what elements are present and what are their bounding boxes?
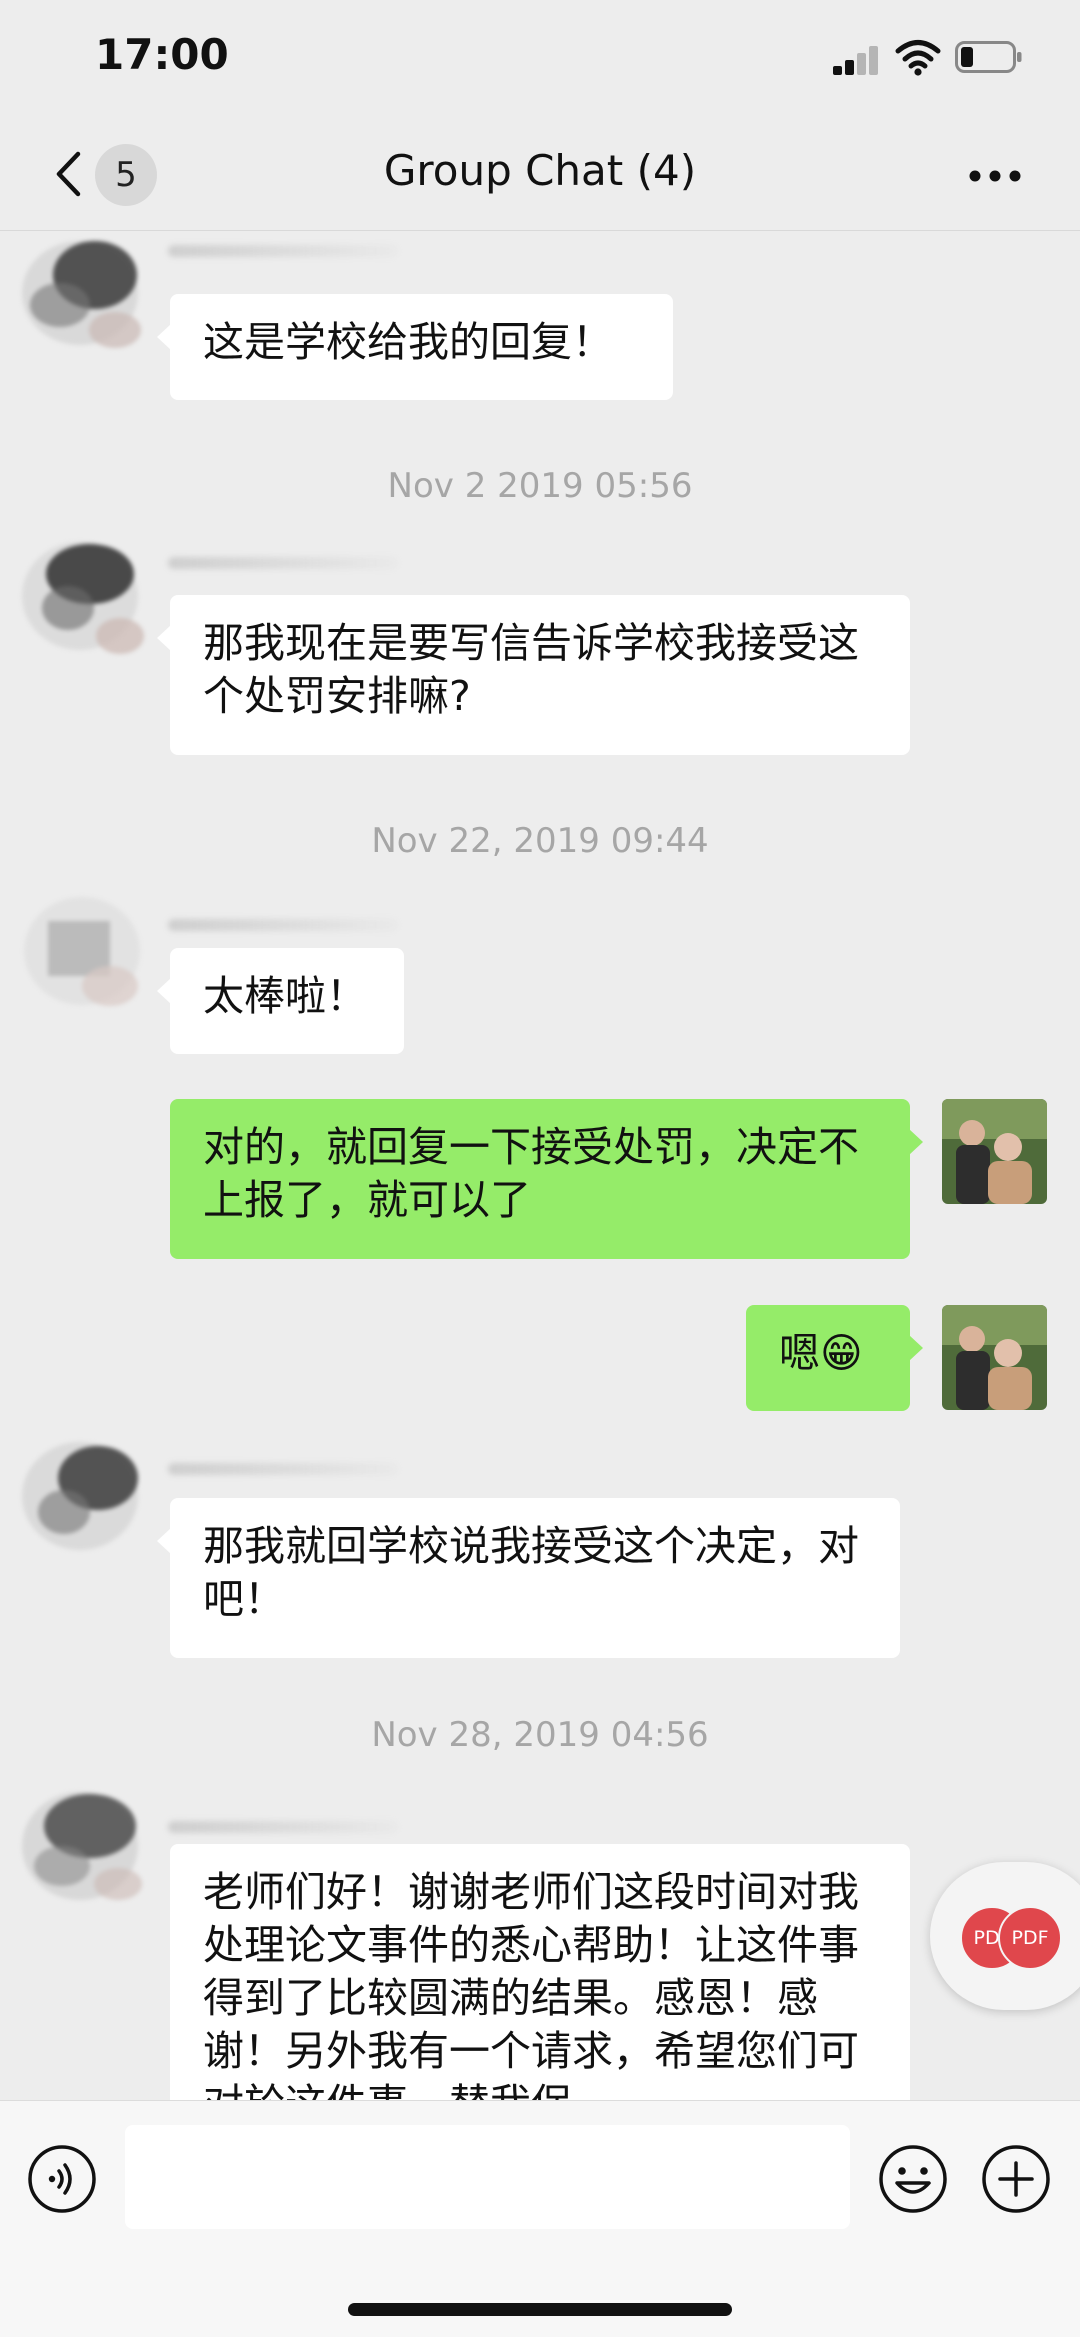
message-bubble-incoming[interactable]: 那我就回学校说我接受这个决定，对吧！ <box>157 1498 900 1658</box>
contact-avatar[interactable] <box>20 235 150 365</box>
sender-name <box>168 919 398 931</box>
sender-name <box>168 245 398 257</box>
timestamp: Nov 2 2019 05:56 <box>387 466 693 506</box>
wifi-icon <box>895 40 941 76</box>
voice-icon[interactable] <box>26 2143 98 2215</box>
my-avatar[interactable] <box>942 1099 1047 1204</box>
message-list[interactable]: 这是学校给我的回复！ Nov 2 2019 05:56 那我现在是要写信告诉学校… <box>0 231 1080 2100</box>
input-bar <box>0 2100 1080 2337</box>
message-input[interactable] <box>125 2125 850 2229</box>
message-bubble-incoming[interactable]: 那我现在是要写信告诉学校我接受这个处罚安排嘛? <box>157 595 910 755</box>
message-bubble-outgoing[interactable]: 嗯😁 <box>746 1305 923 1411</box>
status-bar: 17:00 <box>0 0 1080 120</box>
message-bubble-incoming[interactable]: 太棒啦！ <box>157 948 404 1054</box>
message-bubble-outgoing[interactable]: 对的，就回复一下接受处罚，决定不上报了，就可以了 <box>170 1099 923 1259</box>
chat-title: Group Chat (4) <box>383 146 697 195</box>
signal-icon <box>833 45 879 75</box>
sender-name <box>168 1463 398 1475</box>
emoji-icon[interactable] <box>877 2143 949 2215</box>
timestamp: Nov 28, 2019 04:56 <box>371 1715 709 1755</box>
floating-pdf-widget[interactable]: PDF PDF <box>930 1862 1080 2010</box>
contact-avatar[interactable] <box>20 1436 150 1566</box>
pdf-icon: PDF <box>998 1906 1062 1970</box>
contact-avatar[interactable] <box>20 1786 150 1916</box>
message-bubble-incoming[interactable]: 这是学校给我的回复！ <box>157 294 673 400</box>
contact-avatar[interactable] <box>20 891 150 1021</box>
battery-icon <box>955 41 1022 73</box>
contact-avatar[interactable] <box>20 536 150 666</box>
plus-icon[interactable] <box>980 2143 1052 2215</box>
timestamp: Nov 22, 2019 09:44 <box>371 821 709 861</box>
nav-bar: 5 Group Chat (4) <box>0 120 1080 231</box>
more-dots-icon <box>969 170 1021 182</box>
status-time: 17:00 <box>95 30 229 79</box>
sender-name <box>168 557 398 569</box>
sender-name <box>168 1821 398 1833</box>
my-avatar[interactable] <box>942 1305 1047 1410</box>
more-button[interactable] <box>960 146 1030 206</box>
message-bubble-incoming[interactable]: 老师们好！谢谢老师们这段时间对我处理论文事件的悉心帮助！让这件事得到了比较圆满的… <box>170 1844 910 2100</box>
home-indicator <box>348 2303 732 2316</box>
